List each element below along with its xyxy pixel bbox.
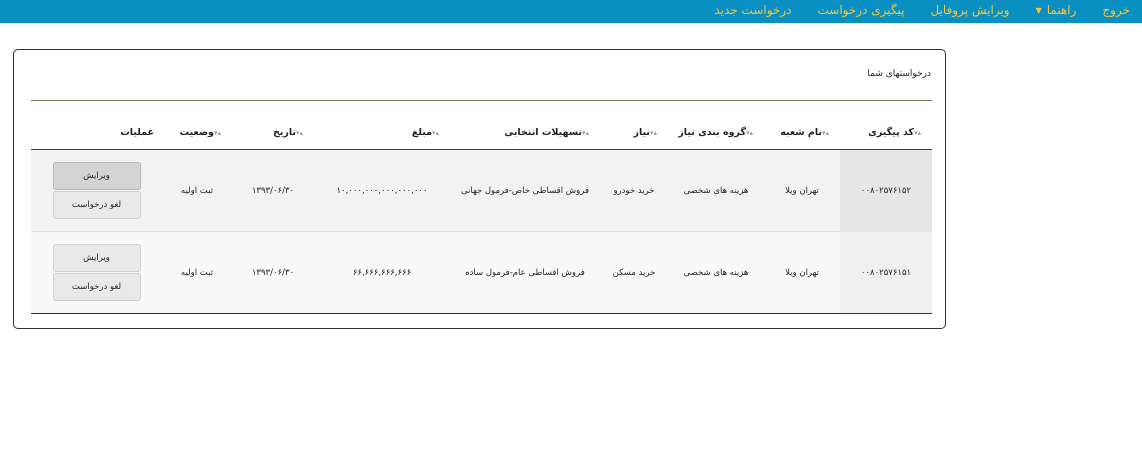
sort-arrows-icon: ▴▾ xyxy=(913,129,922,137)
column-header-need-label: نیاز xyxy=(633,127,650,138)
column-header-date-label: تاریخ xyxy=(272,127,296,138)
cell-group: هزینه های شخصی xyxy=(668,149,764,232)
cell-date: ۱۳۹۳/۰۶/۳۰ xyxy=(232,149,314,232)
cell-need: خرید مسکن xyxy=(600,231,668,314)
cell-facility: فروش اقساطی عام-فرمول ساده xyxy=(450,231,600,314)
nav-new-request-label: درخواست جدید xyxy=(714,3,792,17)
sort-arrows-icon: ▴▾ xyxy=(745,129,754,137)
cell-branch: تهران ویلا xyxy=(764,149,840,232)
cell-date: ۱۳۹۳/۰۶/۳۰ xyxy=(232,231,314,314)
cell-status: ثبت اولیه xyxy=(162,149,232,232)
column-header-actions-label: عملیات xyxy=(120,127,154,138)
cell-code: ۰۰۸۰۲۵۷۶۱۵۱ xyxy=(840,231,932,314)
table-row: ۰۰۸۰۲۵۷۶۱۵۲ تهران ویلا هزینه های شخصی خر… xyxy=(31,149,932,232)
requests-table: ▴▾کد پیگیری ▴▾نام شعبه ▴▾گروه بندی نیاز … xyxy=(31,116,932,314)
edit-button[interactable]: ویرایش xyxy=(52,162,141,190)
column-header-code[interactable]: ▴▾کد پیگیری xyxy=(840,116,932,150)
sort-arrows-icon: ▴▾ xyxy=(295,129,304,137)
column-header-amount-label: مبلغ xyxy=(411,127,432,138)
nav-help-label: راهنما xyxy=(1046,3,1077,17)
nav-track-request-label: پیگیری درخواست xyxy=(817,3,905,17)
cell-amount: ۶۶,۶۶۶,۶۶۶,۶۶۶ xyxy=(314,231,450,314)
requests-panel: درخواستهای شما ▴▾کد پیگیری ▴▾نام شعبه ▴▾… xyxy=(13,49,946,329)
sort-arrows-icon: ▴▾ xyxy=(821,129,830,137)
cancel-request-button[interactable]: لغو درخواست xyxy=(52,191,141,219)
cancel-request-button[interactable]: لغو درخواست xyxy=(52,273,141,301)
nav-help-dropdown[interactable]: راهنما ▼ xyxy=(1036,3,1077,17)
nav-logout[interactable]: خروج xyxy=(1102,3,1130,17)
column-header-facility-label: تسهیلات انتخابی xyxy=(504,127,582,138)
cell-actions: ویرایش لغو درخواست xyxy=(31,149,162,232)
cell-code: ۰۰۸۰۲۵۷۶۱۵۲ xyxy=(840,149,932,232)
cell-actions: ویرایش لغو درخواست xyxy=(31,231,162,314)
cell-amount: ۱۰,۰۰۰,۰۰۰,۰۰۰,۰۰۰,۰۰۰ xyxy=(314,149,450,232)
edit-button[interactable]: ویرایش xyxy=(52,244,141,272)
column-header-status[interactable]: ▴▾وضعیت xyxy=(162,116,232,150)
panel-divider xyxy=(31,100,932,101)
nav-track-request[interactable]: پیگیری درخواست xyxy=(817,3,904,17)
table-row: ۰۰۸۰۲۵۷۶۱۵۱ تهران ویلا هزینه های شخصی خر… xyxy=(31,231,932,314)
nav-edit-profile-label: ویرایش پروفایل xyxy=(930,3,1010,17)
column-header-branch[interactable]: ▴▾نام شعبه xyxy=(764,116,840,150)
nav-new-request[interactable]: درخواست جدید xyxy=(714,3,791,17)
row-actions: ویرایش لغو درخواست xyxy=(31,162,162,219)
top-navigation-bar: درخواست جدید پیگیری درخواست ویرایش پروفا… xyxy=(0,0,1142,23)
panel-title: درخواستهای شما xyxy=(867,69,931,79)
cell-need: خرید خودرو xyxy=(600,149,668,232)
table-header-row: ▴▾کد پیگیری ▴▾نام شعبه ▴▾گروه بندی نیاز … xyxy=(31,116,932,150)
column-header-facility[interactable]: ▴▾تسهیلات انتخابی xyxy=(450,116,600,150)
cell-group: هزینه های شخصی xyxy=(668,231,764,314)
cell-status: ثبت اولیه xyxy=(162,231,232,314)
column-header-code-label: کد پیگیری xyxy=(868,127,914,138)
sort-arrows-icon: ▴▾ xyxy=(649,129,658,137)
column-header-group-label: گروه بندی نیاز xyxy=(678,127,746,138)
column-header-status-label: وضعیت xyxy=(179,127,214,138)
sort-arrows-icon: ▴▾ xyxy=(213,129,222,137)
cell-facility: فروش اقساطی خاص-فرمول جهانی xyxy=(450,149,600,232)
cell-branch: تهران ویلا xyxy=(764,231,840,314)
row-actions: ویرایش لغو درخواست xyxy=(31,244,162,301)
nav-edit-profile[interactable]: ویرایش پروفایل xyxy=(930,3,1009,17)
column-header-date[interactable]: ▴▾تاریخ xyxy=(232,116,314,150)
caret-down-icon: ▼ xyxy=(1035,5,1042,15)
column-header-actions: عملیات xyxy=(31,116,162,150)
nav-logout-label: خروج xyxy=(1102,3,1130,17)
column-header-need[interactable]: ▴▾نیاز xyxy=(600,116,668,150)
nav-menu: درخواست جدید پیگیری درخواست ویرایش پروفا… xyxy=(714,0,1130,20)
sort-arrows-icon: ▴▾ xyxy=(581,129,590,137)
column-header-group[interactable]: ▴▾گروه بندی نیاز xyxy=(668,116,764,150)
column-header-branch-label: نام شعبه xyxy=(780,127,822,138)
column-header-amount[interactable]: ▴▾مبلغ xyxy=(314,116,450,150)
sort-arrows-icon: ▴▾ xyxy=(431,129,440,137)
